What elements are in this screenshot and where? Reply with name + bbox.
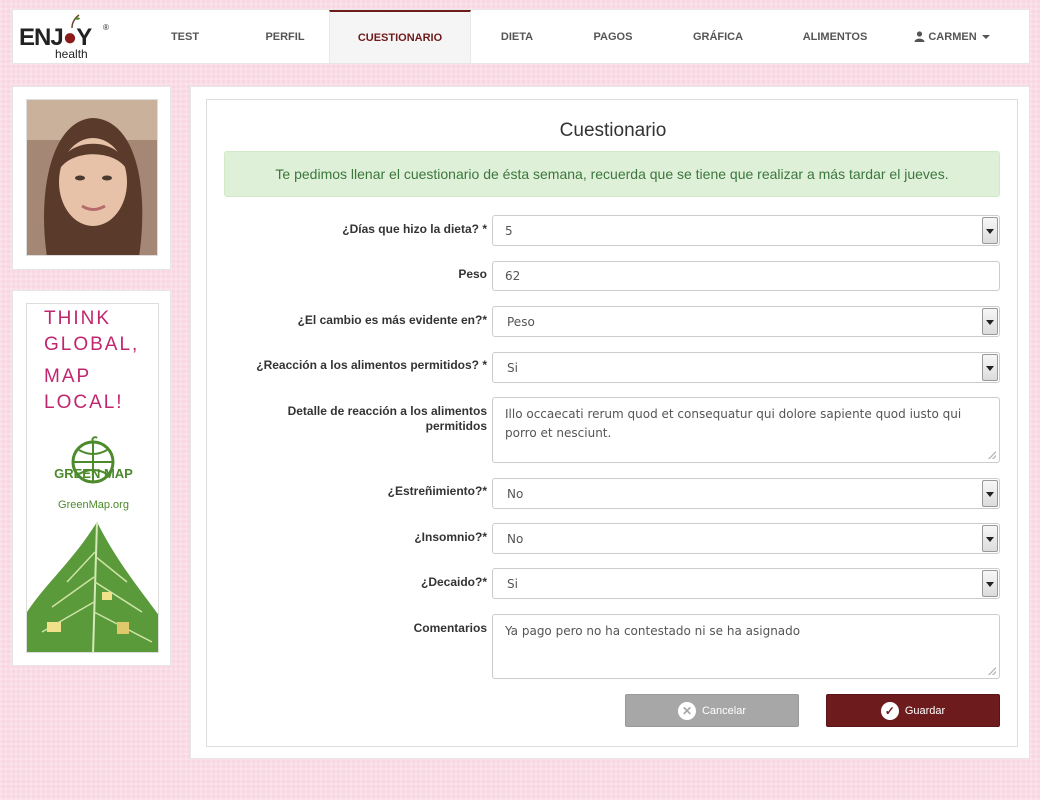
field-label: ¿Insomnio?* [414,530,487,544]
field-label: Detalle de reacción a los alimentos perm… [207,404,487,434]
dropdown-arrow-icon[interactable] [982,570,998,597]
dropdown-arrow-icon[interactable] [982,354,998,381]
nav-item-pagos[interactable]: PAGOS [563,10,663,63]
info-alert: Te pedimos llenar el cuestionario de ést… [224,151,1000,197]
textarea-value: Ya pago pero no ha contestado ni se ha a… [505,624,801,638]
registered-mark: ® [103,23,109,32]
insomnio-select[interactable]: No [492,523,1000,554]
profile-card [12,86,171,270]
main-card: Cuestionario Te pedimos llenar el cuesti… [190,86,1030,759]
ad-line: MAP [44,366,92,387]
field-label-line: permitidos [425,419,487,433]
user-menu[interactable]: CARMEN [897,10,1007,63]
dias-dieta-select[interactable]: 5 [492,215,1000,246]
reaccion-alimentos-select[interactable]: Si [492,352,1000,383]
nav-item-cuestionario[interactable]: CUESTIONARIO [329,10,471,63]
green-map-ad[interactable]: THINK GLOBAL, MAP LOCAL! GREEN MAP Green… [26,303,159,653]
field-label: ¿Decaido?* [420,575,487,589]
field-label-line: Detalle de reacción a los alimentos [287,404,487,418]
select-value: No [507,487,524,501]
dropdown-arrow-icon[interactable] [982,525,998,552]
ad-line: GLOBAL, [44,334,140,355]
nav-item-grafica[interactable]: GRÁFICA [663,10,773,63]
nav-item-dieta[interactable]: DIETA [471,10,563,63]
user-icon [914,31,925,42]
estrenimiento-select[interactable]: No [492,478,1000,509]
nav-menu: TEST PERFIL CUESTIONARIO DIETA PAGOS GRÁ… [129,10,1029,63]
resize-handle-icon[interactable] [988,667,996,675]
peso-input[interactable]: 62 [492,261,1000,291]
input-value: 62 [505,269,521,283]
button-label: Guardar [904,704,946,717]
field-label: Peso [458,267,487,281]
user-name: CARMEN [928,30,977,43]
select-value: Peso [507,315,535,329]
enjoy-health-logo[interactable]: ENJ●Y ® health [13,10,129,63]
nav-item-perfil[interactable]: PERFIL [241,10,329,63]
avatar [26,99,158,256]
comentarios-textarea[interactable]: Ya pago pero no ha contestado ni se ha a… [492,614,1000,679]
top-navbar: ENJ●Y ® health TEST PERFIL CUESTIONARIO … [12,9,1030,64]
textarea-value: Illo occaecati rerum quod et consequatur… [505,407,962,440]
save-button[interactable]: ✓ Guardar [826,694,1000,727]
close-circle-icon: ✕ [677,701,696,720]
select-value: Si [507,577,518,591]
logo-subtitle: health [55,47,88,61]
chevron-down-icon [981,34,990,39]
resize-handle-icon[interactable] [988,451,996,459]
nav-item-test[interactable]: TEST [129,10,241,63]
nav-item-alimentos[interactable]: ALIMENTOS [773,10,897,63]
ad-card: THINK GLOBAL, MAP LOCAL! GREEN MAP Green… [12,290,171,666]
field-label: ¿Reacción a los alimentos permitidos? * [256,358,487,372]
ad-brand: GREEN MAP [54,466,133,481]
field-label: Comentarios [413,621,487,635]
ad-line: LOCAL! [44,392,124,413]
decaido-select[interactable]: Si [492,568,1000,599]
select-value: No [507,532,524,546]
button-label: Cancelar [701,704,747,717]
cancel-button[interactable]: ✕ Cancelar [625,694,799,727]
select-value: Si [507,361,518,375]
field-label: ¿Días que hizo la dieta? * [342,222,487,236]
field-label: ¿El cambio es más evidente en?* [297,313,487,327]
cambio-evidente-select[interactable]: Peso [492,306,1000,337]
alert-text: Te pedimos llenar el cuestionario de ést… [275,166,949,182]
check-circle-icon: ✓ [880,701,899,720]
select-value: 5 [505,224,513,238]
detalle-reaccion-textarea[interactable]: Illo occaecati rerum quod et consequatur… [492,397,1000,463]
questionnaire-form: Cuestionario Te pedimos llenar el cuesti… [206,99,1018,747]
ad-line: THINK [44,308,111,329]
dropdown-arrow-icon[interactable] [982,217,998,244]
field-label: ¿Estreñimiento?* [387,484,487,498]
page-title: Cuestionario [559,120,667,141]
dropdown-arrow-icon[interactable] [982,480,998,507]
dropdown-arrow-icon[interactable] [982,308,998,335]
leaf-mountain-icon [27,522,158,652]
ad-url: GreenMap.org [58,499,129,511]
